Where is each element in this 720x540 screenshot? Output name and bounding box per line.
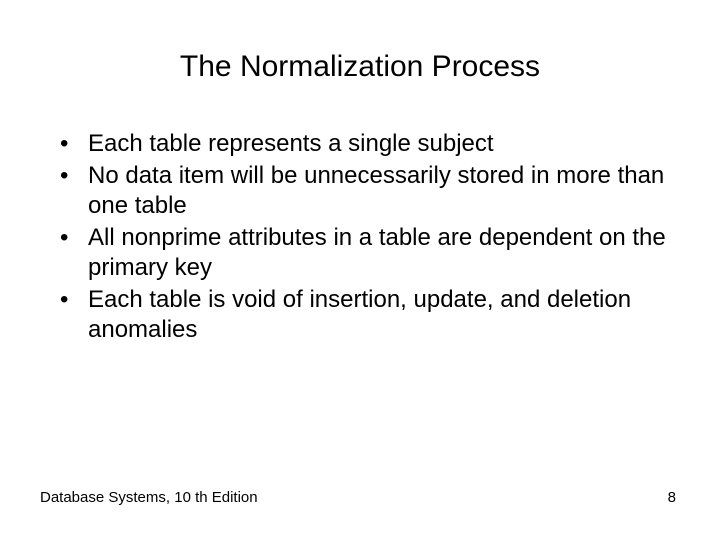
footer-left: Database Systems, 10 th Edition bbox=[40, 489, 258, 506]
list-item: No data item will be unnecessarily store… bbox=[60, 161, 680, 221]
list-item: Each table represents a single subject bbox=[60, 129, 680, 159]
slide: The Normalization Process Each table rep… bbox=[0, 0, 720, 540]
page-number: 8 bbox=[668, 489, 676, 506]
footer: Database Systems, 10 th Edition 8 bbox=[40, 489, 680, 510]
list-item: Each table is void of insertion, update,… bbox=[60, 285, 680, 345]
content-area: Each table represents a single subject N… bbox=[40, 129, 680, 489]
bullet-list: Each table represents a single subject N… bbox=[40, 129, 680, 345]
page-title: The Normalization Process bbox=[40, 50, 680, 84]
list-item: All nonprime attributes in a table are d… bbox=[60, 223, 680, 283]
